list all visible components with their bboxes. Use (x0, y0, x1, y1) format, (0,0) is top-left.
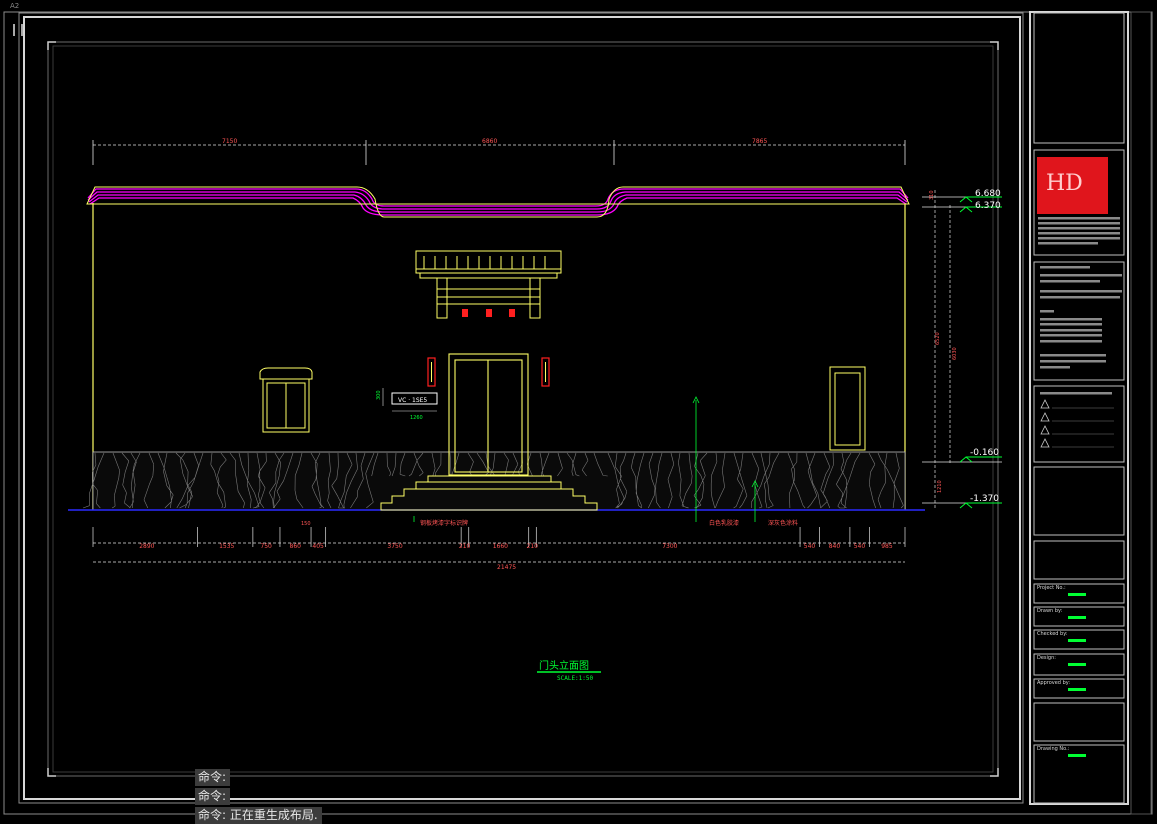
title-block-text-line (1040, 360, 1106, 363)
sign-board: VC · 1SE5 300 1260 (376, 388, 438, 421)
note-paint: 深灰色涂料 (768, 519, 798, 527)
title-block-text-line (1040, 318, 1102, 321)
gate-canopy (415, 250, 562, 319)
title-block-text-line (1038, 217, 1120, 220)
note-signage: 钢板烤漆字标识牌 (420, 519, 468, 527)
elev-2: 6.370 (975, 201, 1001, 211)
revision-marks (1040, 399, 1050, 448)
title-block-text-line (1038, 242, 1098, 245)
elev-1: 6.680 (975, 189, 1001, 199)
cad-viewport[interactable]: A2 7150 6860 7865 VC · 1SE5 300 1260 钢板烤… (0, 0, 1157, 824)
top-dim-0: 7150 (222, 138, 237, 145)
title-block-text-line (1040, 290, 1122, 293)
title-text: 门头立面图 (539, 659, 589, 672)
bottom-dim-5: 3750 (387, 543, 402, 550)
title-block-value-5 (1068, 754, 1086, 757)
title-block-text-line (1040, 280, 1100, 283)
title-block-text-line (1040, 354, 1106, 357)
title-block-label-0: Project No.: (1037, 585, 1066, 591)
title-block-text-line (1040, 334, 1102, 337)
window-left (259, 367, 313, 433)
canopy-lanterns (462, 309, 515, 317)
window-right (829, 366, 866, 451)
right-dim-2: 6030 (952, 347, 958, 360)
drawing-canvas[interactable]: 7150 6860 7865 VC · 1SE5 300 1260 钢板烤漆字标… (0, 0, 1157, 818)
bottom-dim-4: 405 (312, 543, 324, 550)
top-dimension-chain (92, 140, 906, 165)
title-block-text-line (1040, 340, 1102, 343)
bottom-dim-10: 540 (804, 543, 816, 550)
sign-dim: 300 (376, 390, 382, 400)
title-block-label-4: Approved by: (1037, 680, 1070, 686)
bottom-dim-8: 210 (527, 543, 539, 550)
top-dim-1: 6860 (482, 138, 497, 145)
elev-4: -1.370 (970, 494, 999, 504)
elevation-marks (959, 196, 1002, 509)
bottom-dim-2: 750 (260, 543, 272, 550)
title-block-value-2 (1068, 639, 1086, 642)
company-logo: HD (1037, 157, 1108, 214)
top-dim-2: 7865 (752, 138, 767, 145)
sheet-frame (3, 11, 1153, 815)
bottom-dim-13: 985 (881, 543, 893, 550)
title-block-value-4 (1068, 688, 1086, 691)
right-dimension-chain (922, 190, 1002, 510)
title-block-text: Project No.: Drawn by: Checked by: Design: A… (1037, 217, 1122, 757)
elev-3: -0.160 (970, 448, 999, 458)
bottom-dim-7: 1660 (493, 543, 508, 550)
overall-width-dim: 21475 (497, 564, 516, 571)
title-block-text-line (1040, 329, 1102, 332)
command-prompt[interactable]: 命令: 正在重生成布局. (195, 807, 322, 824)
stone-base (82, 451, 906, 511)
note-latex: 白色乳胶漆 (709, 519, 739, 527)
bottom-dim-1: 1535 (219, 543, 234, 550)
elevation-labels: 6.680 6.370 -0.160 -1.370 (970, 189, 1001, 504)
drawing-title: 门头立面图 SCALE:1:50 (537, 659, 601, 682)
right-dim-1: 6520 (935, 332, 941, 345)
title-block-text-line (1040, 310, 1054, 313)
title-block-text-line (1038, 222, 1120, 225)
right-dim-3: 1210 (937, 480, 943, 493)
title-block-text-line (1038, 237, 1120, 240)
roof-coping (87, 188, 909, 216)
title-block-text-line (1040, 392, 1112, 395)
right-dimension-labels: 310 6520 6030 1210 (929, 190, 958, 493)
annotation-notes: 钢板烤漆字标识牌 白色乳胶漆 深灰色涂料 (420, 519, 798, 527)
title-block-value-3 (1068, 663, 1086, 666)
title-block-label-3: Design: (1037, 655, 1056, 661)
bottom-dim-6: 210 (459, 543, 471, 550)
title-block-text-line (1040, 366, 1070, 369)
title-block-text-line (1038, 227, 1120, 230)
title-block-label-5: Drawing No.: (1037, 746, 1070, 752)
title-block-text-line (1040, 296, 1120, 299)
command-history-line-1: 命令: (195, 769, 231, 786)
bottom-dim-0: 2890 (139, 543, 154, 550)
bottom-dim-11: 840 (829, 543, 841, 550)
title-block-value-0 (1068, 593, 1086, 596)
title-block-label-1: Drawn by: (1037, 608, 1063, 614)
bottom-dim-9: 7300 (662, 543, 677, 550)
command-history-line-2: 命令: (195, 788, 231, 805)
logo-text: HD (1046, 171, 1083, 196)
title-block-label-2: Checked by: (1037, 631, 1068, 637)
title-block-text-line (1040, 266, 1090, 269)
scale-text: SCALE:1:50 (557, 675, 594, 682)
top-dimension-labels: 7150 6860 7865 (222, 138, 767, 145)
right-dim-0: 310 (929, 190, 935, 200)
title-block-text-line (1040, 274, 1122, 277)
sign-text: VC · 1SE5 (398, 397, 427, 404)
title-block-text-line (1040, 323, 1102, 326)
title-block-text-line (1038, 232, 1120, 235)
bottom-dim-12: 540 (854, 543, 866, 550)
sign-width-dim: 1260 (410, 415, 423, 421)
title-block-value-1 (1068, 616, 1086, 619)
small-dim: 150 (301, 521, 311, 527)
bottom-dim-3: 860 (290, 543, 302, 550)
bottom-dimension-labels: 2890 1535 750 860 405 3750 210 1660 210 7300 540 84… (139, 543, 893, 550)
